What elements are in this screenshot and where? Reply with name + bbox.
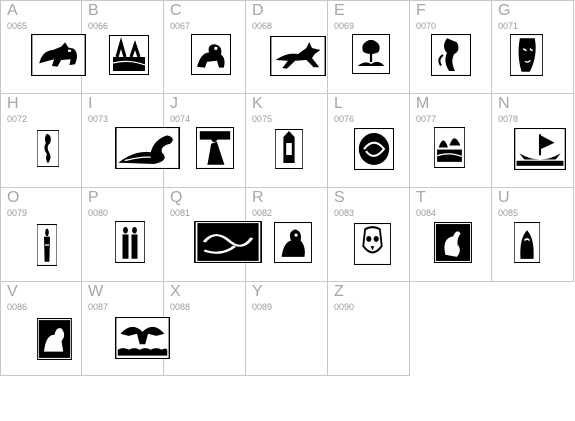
glyph-cell-r: R 0082 [246, 188, 328, 282]
glyph-cell-g: G 0071 [492, 0, 574, 94]
lion-illustration-icon [191, 34, 231, 75]
glyph-code: 0084 [416, 208, 437, 218]
glyph-code: 0082 [252, 208, 273, 218]
tree-deer-illustration-icon [352, 34, 390, 74]
glyph-cell-i: I 0073 [82, 94, 180, 188]
glyph-cell-n: N 0078 [492, 94, 574, 188]
glyph-cell-m: M 0077 [410, 94, 492, 188]
glyph-cell-v: V 0086 [0, 282, 82, 376]
glyph-letter: D [252, 2, 264, 19]
glyph-letter: R [252, 189, 264, 206]
glyph-cell-z: Z 0090 [328, 282, 410, 376]
glyph-letter: Z [334, 283, 344, 300]
glyph-letter: W [88, 283, 104, 300]
trees-river-illustration-icon [434, 127, 465, 168]
standing-figure-illustration-icon [37, 224, 57, 266]
glyph-code: 0074 [170, 114, 191, 124]
glyph-code: 0069 [334, 21, 355, 31]
figures-landscape-illustration-icon [109, 35, 149, 75]
glyph-code: 0089 [252, 302, 273, 312]
glyph-cell-t: T 0084 [410, 188, 492, 282]
glyph-code: 0087 [88, 302, 109, 312]
glyph-cell-d: D 0068 [246, 0, 328, 94]
glyph-letter: N [498, 95, 510, 112]
glyph-letter: B [88, 2, 99, 19]
glyph-letter: I [88, 95, 93, 112]
glyph-code: 0080 [88, 208, 109, 218]
glyph-code: 0067 [170, 21, 191, 31]
glyph-letter: L [334, 95, 343, 112]
glyph-cell-l: L 0076 [328, 94, 410, 188]
glyph-cell-e: E 0069 [328, 0, 410, 94]
glyph-cell-j: J 0074 [164, 94, 246, 188]
glyph-cell-k: K 0075 [246, 94, 328, 188]
glyph-code: 0085 [498, 208, 519, 218]
glyph-letter: T [416, 189, 426, 206]
glyph-letter: J [170, 95, 178, 112]
glyph-letter: S [334, 189, 345, 206]
glyph-code: 0075 [252, 114, 273, 124]
glyph-cell-s: S 0083 [328, 188, 410, 282]
glyph-letter: E [334, 2, 345, 19]
seahorse-illustration-icon [37, 130, 59, 167]
glyph-letter: G [498, 2, 511, 19]
hooded-figure-illustration-icon [514, 222, 540, 263]
glyph-code: 0065 [7, 21, 28, 31]
glyph-code: 0071 [498, 21, 519, 31]
eagle-waves-illustration-icon [115, 317, 170, 359]
glyph-cell-o: O 0079 [0, 188, 82, 282]
glyph-code: 0090 [334, 302, 355, 312]
rider-horse-illustration-icon [274, 222, 312, 263]
glyph-letter: H [7, 95, 19, 112]
glyph-cell-y: Y 0089 [246, 282, 328, 376]
glyph-cell-u: U 0085 [492, 188, 574, 282]
glyph-cell-p: P 0080 [82, 188, 164, 282]
glyph-code: 0081 [170, 208, 191, 218]
glyph-letter: A [7, 2, 18, 19]
serpent-coil-illustration-icon [354, 128, 394, 170]
black-cat-illustration-icon [31, 34, 86, 76]
glyph-code: 0066 [88, 21, 109, 31]
griffin-illustration-icon [37, 318, 72, 360]
glyph-cell-h: H 0072 [0, 94, 82, 188]
tower-illustration-icon [275, 129, 303, 169]
glyph-code: 0079 [7, 208, 28, 218]
mermaid-illustration-icon [431, 34, 471, 76]
glyph-letter: M [416, 95, 430, 112]
glyph-code: 0078 [498, 114, 519, 124]
glyph-letter: X [170, 283, 181, 300]
knight-scene-illustration-icon [196, 127, 234, 169]
glyph-code: 0086 [7, 302, 28, 312]
glyph-letter: P [88, 189, 99, 206]
glyph-cell-a: A 0065 [0, 0, 86, 94]
glyph-code: 0070 [416, 21, 437, 31]
glyph-code: 0077 [416, 114, 437, 124]
glyph-cell-c: C 0067 [164, 0, 246, 94]
glyph-code: 0068 [252, 21, 273, 31]
glyph-code: 0073 [88, 114, 109, 124]
swan-illustration-icon [434, 222, 472, 263]
glyph-letter: K [252, 95, 263, 112]
viking-ship-illustration-icon [514, 128, 566, 170]
glyph-code: 0083 [334, 208, 355, 218]
owl-mask-illustration-icon [354, 223, 391, 265]
glyph-cell-b: B 0066 [82, 0, 164, 94]
glyph-cell-x: X 0088 [164, 282, 246, 376]
glyph-letter: V [7, 283, 18, 300]
glyph-cell-q: Q 0081 [164, 188, 262, 282]
glyph-code: 0088 [170, 302, 191, 312]
glyph-letter: Y [252, 283, 263, 300]
two-figures-illustration-icon [115, 221, 145, 263]
face-portrait-illustration-icon [510, 34, 543, 76]
glyph-letter: U [498, 189, 510, 206]
glyph-letter: O [7, 189, 20, 206]
glyph-code: 0076 [334, 114, 355, 124]
leaping-fox-illustration-icon [270, 36, 326, 76]
glyph-letter: Q [170, 189, 183, 206]
glyph-letter: F [416, 2, 426, 19]
glyph-letter: C [170, 2, 182, 19]
glyph-cell-f: F 0070 [410, 0, 492, 94]
glyph-code: 0072 [7, 114, 28, 124]
glyph-cell-w: W 0087 [82, 282, 170, 376]
